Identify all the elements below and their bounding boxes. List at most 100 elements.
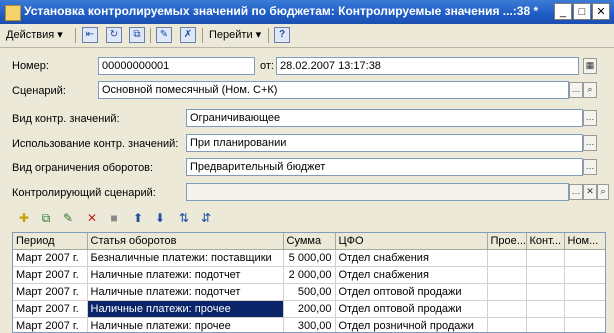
cell-cfo[interactable]: Отдел оптовой продажи xyxy=(335,300,488,318)
cell-nomenclature[interactable] xyxy=(564,266,605,284)
cell-project[interactable] xyxy=(487,283,527,301)
cell-project[interactable] xyxy=(487,300,527,318)
cell-nomenclature[interactable] xyxy=(564,300,605,318)
cell-article[interactable]: Наличные платежи: подотчет xyxy=(87,266,284,284)
control-scenario-field[interactable] xyxy=(186,183,569,201)
chevron-down-icon: ▾ xyxy=(255,29,262,41)
post-icon[interactable]: ✎ xyxy=(156,27,172,43)
clear-icon[interactable]: ✕ xyxy=(583,184,597,200)
cell-contractor[interactable] xyxy=(526,249,565,267)
goto-label: Перейти xyxy=(209,29,253,41)
unpost-icon[interactable]: ✗ xyxy=(180,27,196,43)
select-ellipsis-icon[interactable]: … xyxy=(583,110,597,126)
cell-amount[interactable]: 300,00 xyxy=(283,317,336,332)
cell-contractor[interactable] xyxy=(526,317,565,332)
cell-cfo[interactable]: Отдел оптовой продажи xyxy=(335,283,488,301)
sort-ascending-icon[interactable]: ⇅ xyxy=(176,210,192,226)
column-header-contractor[interactable]: Конт... xyxy=(526,233,565,250)
table-row[interactable]: Март 2007 г. Безналичные платежи: поставщ… xyxy=(13,249,605,267)
window-title: Установка контролируемых значений по бюд… xyxy=(24,4,539,18)
cell-amount[interactable]: 5 000,00 xyxy=(283,249,336,267)
date-label: от: xyxy=(260,60,274,72)
select-ellipsis-icon[interactable]: … xyxy=(583,135,597,151)
copy-row-icon[interactable]: ⧉ xyxy=(38,210,54,226)
cell-period[interactable]: Март 2007 г. xyxy=(13,300,88,318)
refresh-icon[interactable]: ↻ xyxy=(106,27,122,43)
table-row[interactable]: Март 2007 г. Наличные платежи: прочее 200,… xyxy=(13,300,605,318)
cell-period[interactable]: Март 2007 г. xyxy=(13,249,88,267)
open-search-icon[interactable]: ⌕ xyxy=(583,82,597,98)
cell-nomenclature[interactable] xyxy=(564,283,605,301)
control-kind-field[interactable]: Ограничивающее xyxy=(186,109,583,127)
toolbar-separator xyxy=(150,28,151,43)
cell-article[interactable]: Наличные платежи: подотчет xyxy=(87,283,284,301)
actions-menu[interactable]: Действия ▾ xyxy=(6,27,63,44)
open-search-icon[interactable]: ⌕ xyxy=(597,184,609,200)
cell-article[interactable]: Безналичные платежи: поставщики xyxy=(87,249,284,267)
cell-period[interactable]: Март 2007 г. xyxy=(13,317,88,332)
table-row[interactable]: Март 2007 г. Наличные платежи: прочее 300,… xyxy=(13,317,605,332)
maximize-button[interactable]: □ xyxy=(573,3,591,20)
usage-label: Использование контр. значений: xyxy=(12,138,179,150)
calendar-icon[interactable]: ▦ xyxy=(583,58,597,74)
column-header-period[interactable]: Период xyxy=(13,233,88,250)
chevron-down-icon: ▾ xyxy=(57,29,63,41)
select-ellipsis-icon[interactable]: … xyxy=(569,184,583,200)
move-down-icon[interactable]: ⬇ xyxy=(152,210,168,226)
help-icon[interactable]: ? xyxy=(274,27,290,43)
cell-nomenclature[interactable] xyxy=(564,317,605,332)
cell-project[interactable] xyxy=(487,249,527,267)
column-header-amount[interactable]: Сумма xyxy=(283,233,336,250)
cell-period[interactable]: Март 2007 г. xyxy=(13,283,88,301)
select-ellipsis-icon[interactable]: … xyxy=(569,82,583,98)
cell-period[interactable]: Март 2007 г. xyxy=(13,266,88,284)
table-row[interactable]: Март 2007 г. Наличные платежи: подотчет 2 … xyxy=(13,266,605,284)
title-bar: Установка контролируемых значений по бюд… xyxy=(0,0,614,24)
date-field[interactable]: 28.02.2007 13:17:38 xyxy=(276,57,579,75)
cell-amount[interactable]: 200,00 xyxy=(283,300,336,318)
turnover-limit-field[interactable]: Предварительный бюджет xyxy=(186,158,583,176)
cell-nomenclature[interactable] xyxy=(564,249,605,267)
column-header-nomenclature[interactable]: Ном... xyxy=(564,233,605,250)
cell-contractor[interactable] xyxy=(526,266,565,284)
number-field[interactable]: 00000000001 xyxy=(98,57,255,75)
back-arrow-icon[interactable]: ⇤ xyxy=(82,27,98,43)
edit-row-icon[interactable]: ✎ xyxy=(60,210,76,226)
cell-article[interactable]: Наличные платежи: прочее xyxy=(87,317,284,332)
sort-descending-icon[interactable]: ⇵ xyxy=(198,210,214,226)
scenario-label: Сценарий: xyxy=(12,85,66,97)
copy-icon[interactable]: ⧉ xyxy=(129,27,145,43)
cell-project[interactable] xyxy=(487,266,527,284)
post-row-icon[interactable]: ■ xyxy=(106,210,122,226)
actions-label: Действия xyxy=(6,29,55,41)
cell-cfo[interactable]: Отдел снабжения xyxy=(335,249,488,267)
close-button[interactable]: ✕ xyxy=(592,3,610,20)
minimize-button[interactable]: _ xyxy=(554,3,572,20)
number-label: Номер: xyxy=(12,60,49,72)
document-icon xyxy=(5,5,21,21)
add-row-icon[interactable]: ✚ xyxy=(16,210,32,226)
control-kind-label: Вид контр. значений: xyxy=(12,113,120,125)
select-ellipsis-icon[interactable]: … xyxy=(583,159,597,175)
cell-article[interactable]: Наличные платежи: прочее xyxy=(87,300,284,318)
cell-amount[interactable]: 500,00 xyxy=(283,283,336,301)
cell-contractor[interactable] xyxy=(526,283,565,301)
control-scenario-label: Контролирующий сценарий: xyxy=(12,187,156,199)
column-header-article[interactable]: Статья оборотов xyxy=(87,233,284,250)
budget-values-grid: Период Статья оборотов Сумма ЦФО Прое...… xyxy=(12,232,606,333)
delete-row-icon[interactable]: ✕ xyxy=(84,210,100,226)
cell-amount[interactable]: 2 000,00 xyxy=(283,266,336,284)
toolbar-separator xyxy=(75,28,76,43)
cell-cfo[interactable]: Отдел снабжения xyxy=(335,266,488,284)
goto-menu[interactable]: Перейти ▾ xyxy=(209,27,261,44)
toolbar-separator xyxy=(268,28,269,43)
table-row[interactable]: Март 2007 г. Наличные платежи: подотчет 50… xyxy=(13,283,605,301)
column-header-project[interactable]: Прое... xyxy=(487,233,527,250)
scenario-field[interactable]: Основной помесячный (Ном. С+К) xyxy=(98,81,569,99)
usage-field[interactable]: При планировании xyxy=(186,134,583,152)
move-up-icon[interactable]: ⬆ xyxy=(130,210,146,226)
column-header-cfo[interactable]: ЦФО xyxy=(335,233,488,250)
cell-cfo[interactable]: Отдел розничной продажи xyxy=(335,317,488,332)
cell-project[interactable] xyxy=(487,317,527,332)
cell-contractor[interactable] xyxy=(526,300,565,318)
